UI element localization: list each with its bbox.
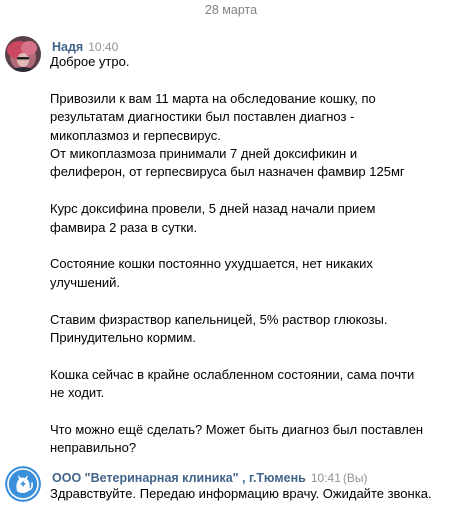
text-line: фамвира 2 раза в сутки. — [50, 219, 198, 235]
text-line: улучшений. — [50, 274, 121, 290]
paragraph: Курс доксифина провели, 5 дней назад нач… — [50, 200, 455, 237]
text-line: Состояние кошки постоянно ухудшается, не… — [50, 256, 373, 272]
paragraph: Состояние кошки постоянно ухудшается, не… — [50, 255, 455, 292]
message-time[interactable]: 10:41 — [311, 471, 341, 485]
text-line: Привозили к вам 11 марта на обследование… — [50, 90, 376, 106]
avatar-nadya[interactable] — [5, 36, 41, 72]
message-text: Здравствуйте. Передаю информацию врачу. … — [50, 485, 455, 503]
text-line: не ходит. — [50, 385, 105, 401]
text-line: неправильно? — [50, 440, 137, 456]
paragraph: Привозили к вам 11 марта на обследование… — [50, 90, 455, 182]
paragraph: Здравствуйте. Передаю информацию врачу. … — [50, 485, 455, 503]
text-line: Кошка сейчас в крайне ослабленном состоя… — [50, 366, 415, 382]
text-line: Курс доксифина провели, 5 дней назад нач… — [50, 201, 376, 217]
message-text: Доброе утро. Привозили к вам 11 марта на… — [50, 53, 455, 458]
author-name[interactable]: Надя — [52, 40, 83, 54]
paragraph: Доброе утро. — [50, 53, 455, 71]
text-line: Ставим физраствор капельницей, 5% раство… — [50, 311, 388, 327]
text-line: Здравствуйте. Передаю информацию врачу. … — [50, 486, 432, 501]
text-line: микоплазмоз и герпесвирус. — [50, 127, 221, 143]
paragraph: Ставим физраствор капельницей, 5% раство… — [50, 311, 455, 348]
avatar-clinic[interactable] — [5, 466, 41, 502]
text-line: Доброе утро. — [50, 54, 130, 69]
text-line: результатам диагностики был поставлен ди… — [50, 109, 355, 125]
text-line: От микоплазмоза принимали 7 дней доксифи… — [50, 146, 358, 162]
date-separator: 28 марта — [204, 3, 258, 17]
text-line: Принудительно кормим. — [50, 330, 196, 346]
you-label: (Вы) — [342, 471, 368, 485]
text-line: Что можно ещё сделать? Может быть диагно… — [50, 422, 424, 438]
paragraph: Кошка сейчас в крайне ослабленном состоя… — [50, 366, 455, 403]
paragraph: Что можно ещё сделать? Может быть диагно… — [50, 421, 455, 458]
chat-history: 28 марта Надя 10:40 Доброе утро. Привозил… — [0, 0, 462, 519]
message-time[interactable]: 10:40 — [88, 40, 118, 54]
author-name[interactable]: ООО "Ветеринарная клиника" , г.Тюмень — [52, 471, 306, 485]
text-line: фелиферон, от герпесвируса был назначен … — [50, 164, 405, 180]
